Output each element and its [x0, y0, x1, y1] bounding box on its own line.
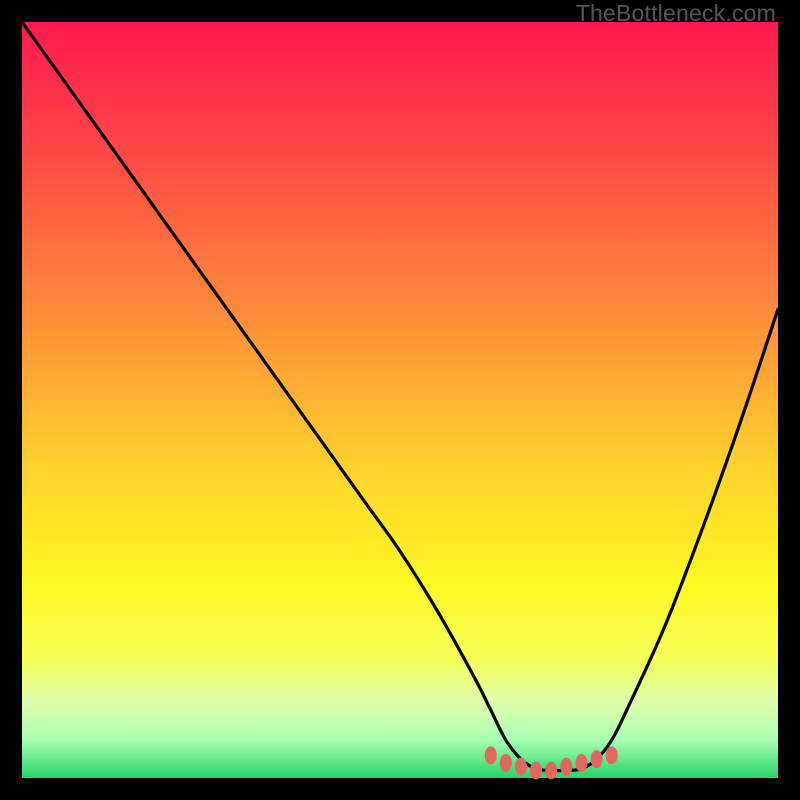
- optimal-range-marker: [560, 758, 572, 776]
- optimal-range-marker: [515, 758, 527, 776]
- optimal-range-marker: [575, 754, 587, 772]
- optimal-range-marker: [545, 761, 557, 779]
- optimal-range-marker: [500, 754, 512, 772]
- chart-plot-area: [22, 22, 778, 778]
- bottleneck-curve: [22, 22, 778, 778]
- optimal-range-marker: [591, 750, 603, 768]
- optimal-range-marker: [530, 761, 542, 779]
- watermark-text: TheBottleneck.com: [576, 0, 776, 27]
- optimal-range-marker: [485, 746, 497, 764]
- optimal-range-marker: [606, 746, 618, 764]
